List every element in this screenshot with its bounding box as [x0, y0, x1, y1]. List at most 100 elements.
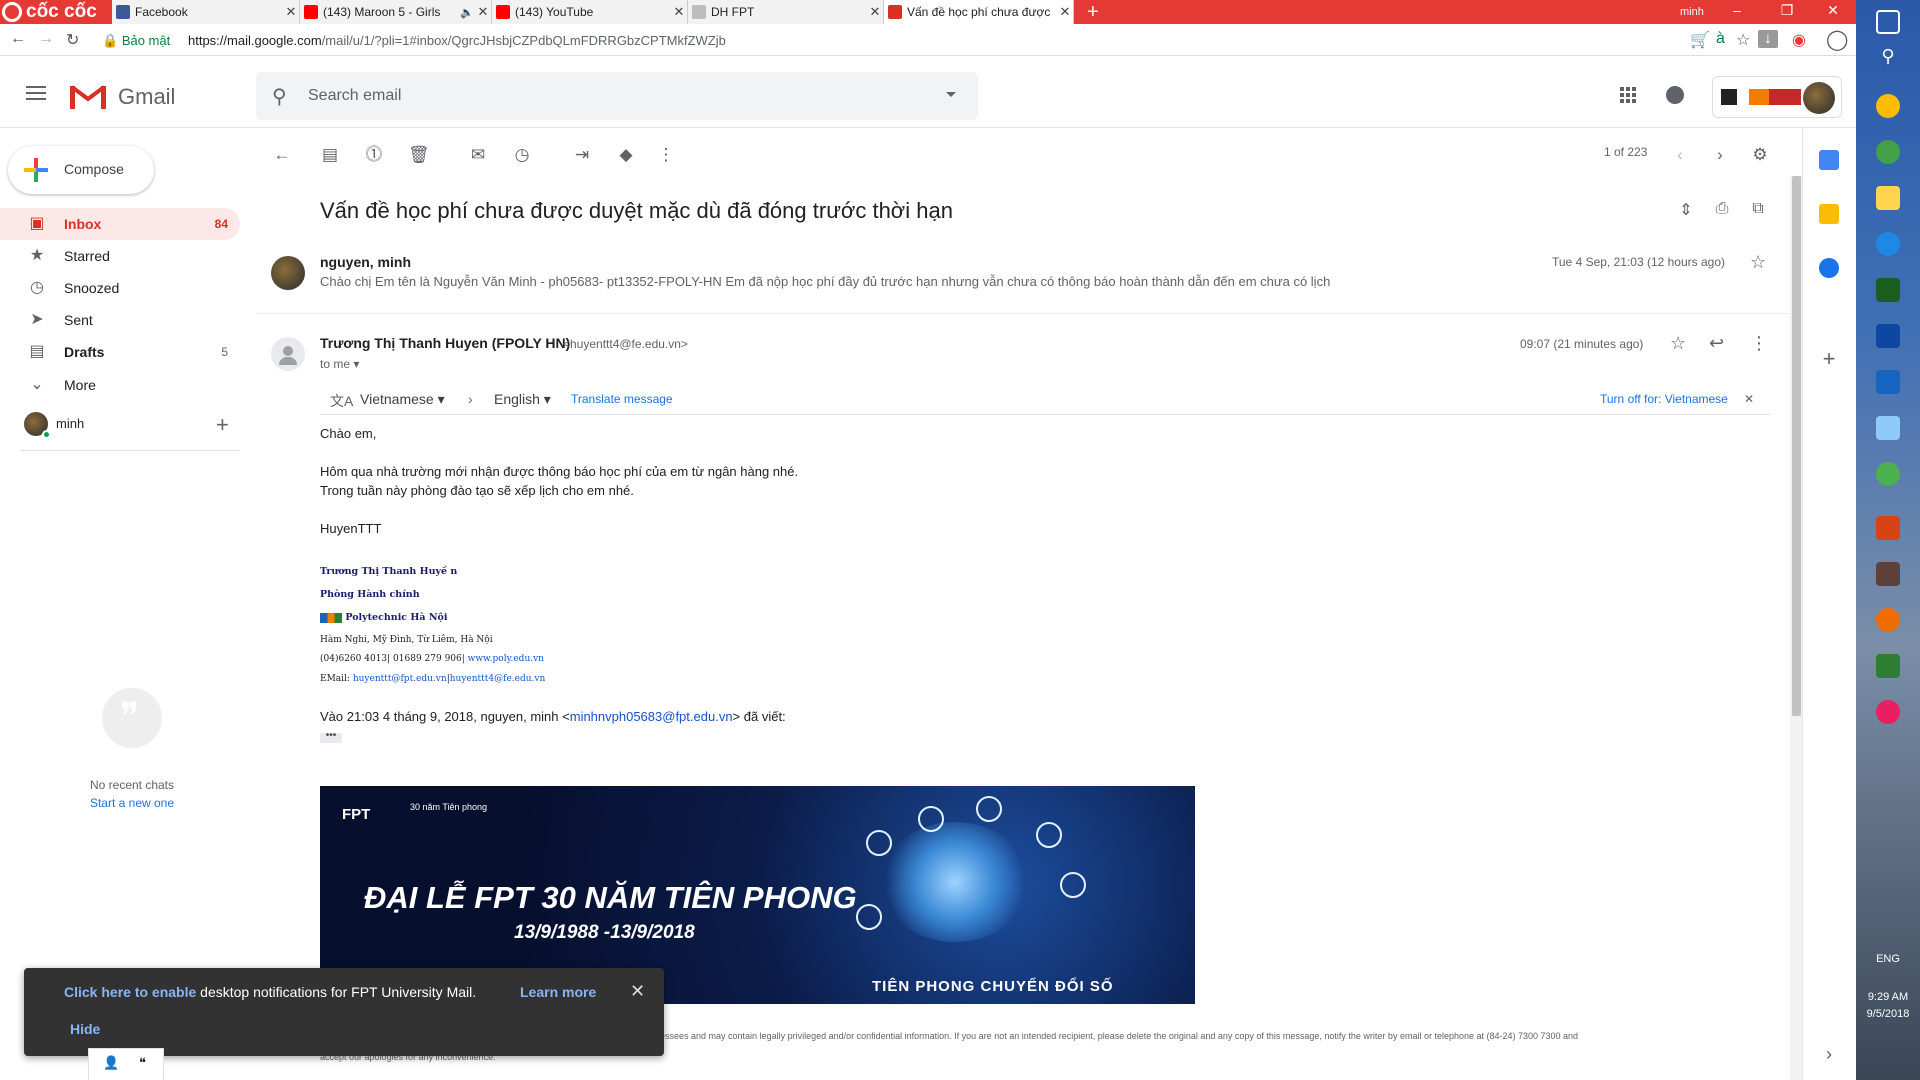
firefox-icon[interactable] — [1876, 608, 1900, 632]
search-options-dropdown-icon[interactable] — [946, 92, 956, 97]
browser-profile-name[interactable]: minh — [1680, 6, 1704, 18]
browser-menu-icon[interactable]: ◯ — [1826, 27, 1848, 52]
star-icon[interactable]: ☆ — [1670, 333, 1686, 354]
account-avatar[interactable] — [1803, 82, 1835, 114]
close-tab-icon[interactable]: ✕ — [671, 4, 687, 20]
android-app-icon[interactable] — [1876, 654, 1900, 678]
label-icon[interactable]: ◆ — [616, 145, 636, 165]
google-apps-icon[interactable] — [1620, 87, 1636, 103]
clock-time[interactable]: 9:29 AM — [1856, 991, 1920, 1003]
download-icon[interactable]: ↓ — [1758, 30, 1778, 48]
sidebar-item-sent[interactable]: ➤ Sent — [0, 304, 240, 336]
chrome-icon[interactable] — [1876, 94, 1900, 118]
keep-icon[interactable] — [1819, 204, 1839, 224]
extension-icon[interactable]: ◉ — [1792, 30, 1806, 50]
enable-notifications-link[interactable]: Click here to enable — [64, 984, 196, 1000]
contacts-person-icon[interactable]: 👤 — [103, 1055, 119, 1071]
gmail-logo-icon[interactable] — [70, 83, 106, 109]
print-icon[interactable]: ⎙ — [1712, 200, 1732, 220]
restore-window-icon[interactable]: ❐ — [1772, 2, 1802, 19]
photoshop-icon[interactable] — [1876, 324, 1900, 348]
close-toast-icon[interactable]: ✕ — [630, 981, 645, 1002]
sidebar-item-drafts[interactable]: ▤ Drafts 5 — [0, 336, 240, 368]
close-tab-icon[interactable]: ✕ — [1057, 4, 1073, 20]
translate-message-link[interactable]: Translate message — [571, 392, 673, 406]
speaker-mute-icon[interactable]: 🔈 — [459, 6, 475, 19]
forward-arrow-icon[interactable]: → — [38, 30, 54, 48]
newer-chevron-icon[interactable]: ‹ — [1670, 145, 1690, 165]
powerpoint-icon[interactable] — [1876, 516, 1900, 540]
dreamweaver-icon[interactable] — [1876, 278, 1900, 302]
mark-unread-icon[interactable]: ✉ — [468, 145, 488, 165]
delete-icon[interactable]: 🗑 — [408, 145, 430, 165]
back-to-inbox-icon[interactable]: ← — [272, 145, 292, 165]
signature-email-link[interactable]: huyenttt@fpt.edu.vn — [353, 674, 447, 684]
hide-toast-button[interactable]: Hide — [70, 1021, 100, 1037]
translate-a-icon[interactable]: à — [1716, 30, 1725, 48]
show-details-chevron-icon[interactable]: ▾ — [353, 357, 359, 371]
hangouts-quote-icon[interactable]: ❝ — [139, 1055, 146, 1071]
sidebar-item-inbox[interactable]: ▣ Inbox 84 — [0, 208, 240, 240]
learn-more-link[interactable]: Learn more — [520, 984, 596, 1000]
star-icon[interactable]: ☆ — [1750, 252, 1766, 273]
move-to-icon[interactable]: ⇥ — [572, 145, 592, 165]
virtualbox-icon[interactable] — [1876, 416, 1900, 440]
search-icon[interactable]: ⚲ — [272, 84, 287, 109]
shopping-cart-icon[interactable]: 🛒 — [1690, 30, 1710, 50]
secure-indicator[interactable]: 🔒 Bảo mật — [102, 33, 170, 49]
scrollbar-thumb[interactable] — [1792, 176, 1801, 716]
close-tab-icon[interactable]: ✕ — [283, 4, 299, 20]
report-spam-icon[interactable]: ⓵ — [364, 145, 384, 165]
tab-maroon5[interactable]: (143) Maroon 5 - Girls 🔈 ✕ — [300, 0, 492, 24]
expand-panel-chevron-icon[interactable]: › — [1819, 1044, 1839, 1064]
minimize-window-icon[interactable]: – — [1722, 2, 1752, 18]
tab-facebook[interactable]: Facebook ✕ — [112, 0, 300, 24]
app-icon[interactable] — [1876, 700, 1900, 724]
target-language-select[interactable]: English ▾ — [494, 391, 551, 408]
tab-dh-fpt[interactable]: DH FPT ✕ — [688, 0, 884, 24]
message-sender[interactable]: Trương Thị Thanh Huyen (FPOLY HN) — [320, 335, 570, 351]
gmail-wordmark[interactable]: Gmail — [118, 84, 175, 110]
windows-start-icon[interactable] — [1876, 10, 1900, 34]
hangouts-user-name[interactable]: minh — [56, 416, 84, 431]
globe-app-icon[interactable] — [1876, 462, 1900, 486]
close-window-icon[interactable]: ✕ — [1818, 2, 1848, 19]
open-new-window-icon[interactable]: ⧉ — [1748, 200, 1768, 220]
compose-button[interactable]: Compose — [8, 146, 154, 194]
tab-active-gmail[interactable]: Vấn đề học phí chưa được ✕ — [884, 0, 1074, 24]
turn-off-translate-link[interactable]: Turn off for: Vietnamese — [1600, 392, 1728, 406]
coccoc-icon[interactable] — [1876, 140, 1900, 164]
signature-email-link[interactable]: huyenttt4@fe.edu.vn — [450, 674, 546, 684]
close-tab-icon[interactable]: ✕ — [867, 4, 883, 20]
hangouts-user[interactable]: minh + — [20, 412, 240, 440]
input-language[interactable]: ENG — [1856, 953, 1920, 965]
close-tab-icon[interactable]: ✕ — [475, 4, 491, 20]
sidebar-item-more[interactable]: ⌄ More — [0, 369, 240, 401]
account-switcher[interactable] — [1712, 76, 1842, 118]
archive-icon[interactable]: ▤ — [320, 145, 340, 165]
search-input[interactable] — [308, 84, 908, 108]
quoted-email-link[interactable]: minhnvph05683@fpt.edu.vn — [570, 709, 733, 724]
message-snippet[interactable]: Chào chị Em tên là Nguyễn Văn Minh - ph0… — [320, 274, 1330, 289]
source-language-select[interactable]: Vietnamese ▾ — [360, 391, 445, 408]
show-trimmed-content-button[interactable]: ••• — [320, 731, 342, 743]
reply-icon[interactable]: ↩ — [1709, 333, 1724, 354]
recipient-line[interactable]: to me ▾ — [320, 357, 359, 371]
tab-youtube[interactable]: (143) YouTube ✕ — [492, 0, 688, 24]
winrar-icon[interactable] — [1876, 562, 1900, 586]
sidebar-item-snoozed[interactable]: ◷ Snoozed — [0, 272, 240, 304]
signature-website-link[interactable]: www.poly.edu.vn — [465, 654, 544, 664]
new-tab-button[interactable]: + — [1087, 2, 1099, 22]
back-arrow-icon[interactable]: ← — [10, 30, 26, 48]
url-field[interactable]: https://mail.google.com/mail/u/1/?pli=1#… — [188, 33, 726, 48]
close-translate-icon[interactable]: ✕ — [1744, 392, 1754, 406]
more-options-icon[interactable]: ⋮ — [1750, 333, 1768, 354]
search-icon[interactable]: ⚲ — [1876, 46, 1900, 70]
expand-all-icon[interactable]: ⇕ — [1676, 200, 1696, 220]
file-explorer-icon[interactable] — [1876, 186, 1900, 210]
notifications-icon[interactable] — [1666, 86, 1684, 104]
message-sender[interactable]: nguyen, minh — [320, 254, 411, 270]
sidebar-item-starred[interactable]: ★ Starred — [0, 240, 240, 272]
calendar-icon[interactable] — [1819, 150, 1839, 170]
snooze-icon[interactable]: ◷ — [512, 145, 532, 165]
